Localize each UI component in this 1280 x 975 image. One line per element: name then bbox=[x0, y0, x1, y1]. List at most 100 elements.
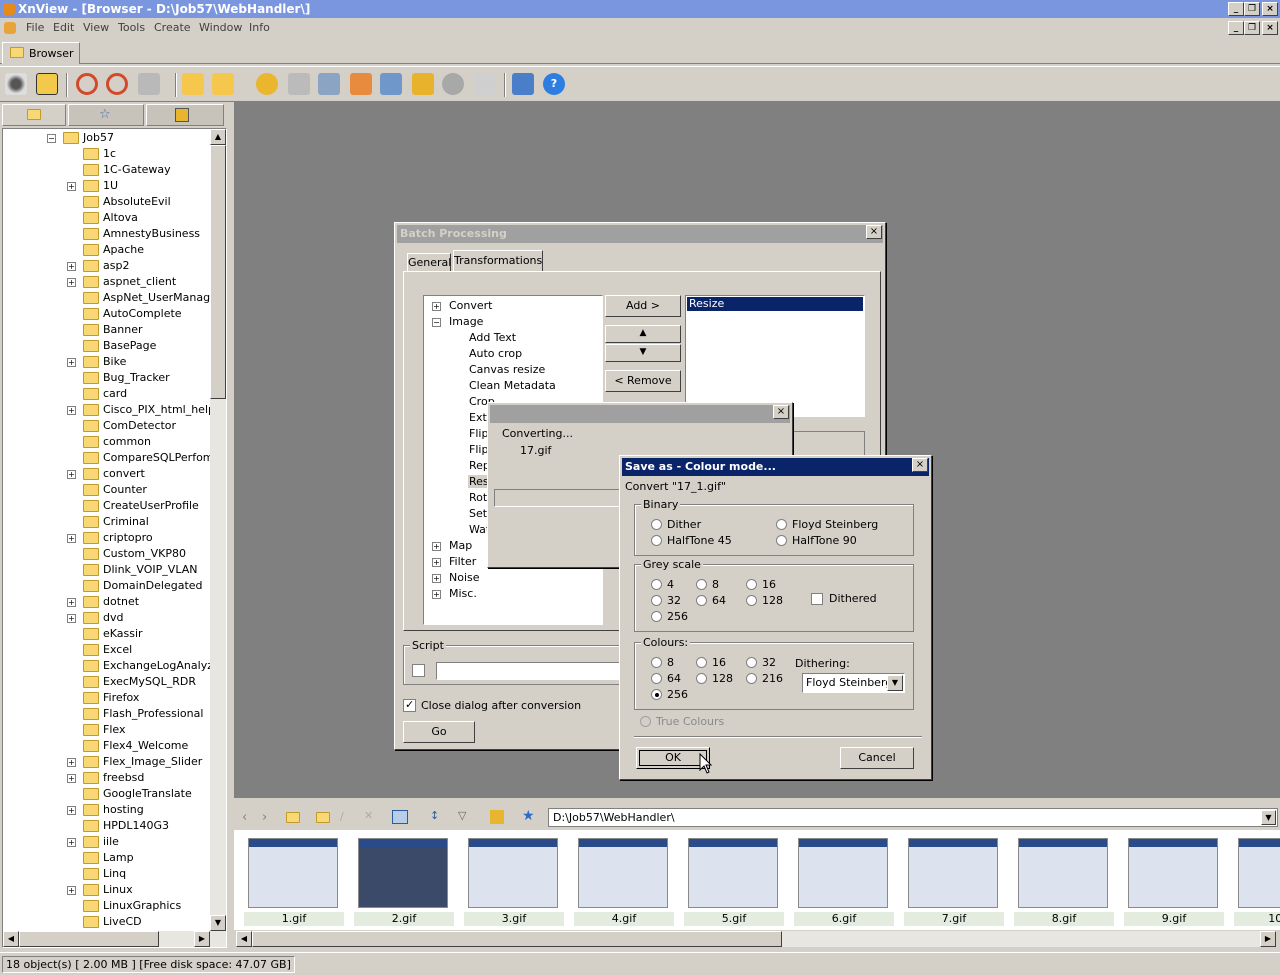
expand-icon[interactable]: + bbox=[67, 758, 76, 767]
radio-floyd-steinberg[interactable] bbox=[776, 519, 787, 530]
expand-icon[interactable]: + bbox=[67, 838, 76, 847]
move-down-button[interactable]: ▼ bbox=[605, 344, 681, 362]
tree-item[interactable]: Apache bbox=[3, 242, 208, 258]
scroll-up-button[interactable]: ▲ bbox=[210, 129, 226, 145]
tree-item[interactable]: Counter bbox=[3, 482, 208, 498]
expand-icon[interactable]: + bbox=[67, 358, 76, 367]
radio-grey-32[interactable] bbox=[651, 595, 662, 606]
tree-item[interactable]: Banner bbox=[3, 322, 208, 338]
radio-grey-256[interactable] bbox=[651, 611, 662, 622]
expand-icon[interactable]: + bbox=[67, 614, 76, 623]
tree-item[interactable]: ComDetector bbox=[3, 418, 208, 434]
script-checkbox[interactable] bbox=[412, 664, 425, 677]
radio-grey-8[interactable] bbox=[696, 579, 707, 590]
expand-icon[interactable]: + bbox=[67, 406, 76, 415]
tree-item[interactable]: +1U bbox=[3, 178, 208, 194]
thumbnail-item[interactable]: 1.gif bbox=[244, 838, 344, 928]
tree-item[interactable]: CreateUserProfile bbox=[3, 498, 208, 514]
tree-item[interactable]: 1C-Gateway bbox=[3, 162, 208, 178]
thumbnail-item[interactable]: 9.gif bbox=[1124, 838, 1224, 928]
expand-icon[interactable]: + bbox=[67, 598, 76, 607]
view-mode-icon[interactable] bbox=[392, 810, 408, 824]
thumbs-hscrollbar[interactable]: ◀ ▶ bbox=[236, 931, 1276, 947]
delete-icon[interactable]: ✕ bbox=[364, 809, 373, 822]
move-folder-icon[interactable] bbox=[212, 73, 234, 95]
tree-item[interactable]: eKassir bbox=[3, 626, 208, 642]
menu-edit[interactable]: Edit bbox=[53, 21, 74, 34]
tree-item[interactable]: Criminal bbox=[3, 514, 208, 530]
hand-icon[interactable] bbox=[138, 73, 160, 95]
tree-item[interactable]: Bug_Tracker bbox=[3, 370, 208, 386]
expand-icon[interactable]: + bbox=[67, 774, 76, 783]
tree-item[interactable]: GoogleTranslate bbox=[3, 786, 208, 802]
radio-colours-16[interactable] bbox=[696, 657, 707, 668]
child-close-button[interactable]: × bbox=[1262, 21, 1278, 35]
scroll-right-button[interactable]: ▶ bbox=[194, 931, 210, 947]
radio-dither[interactable] bbox=[651, 519, 662, 530]
tree-item[interactable]: CompareSQLPerfomar bbox=[3, 450, 225, 466]
radio-colours-256[interactable] bbox=[651, 689, 662, 700]
scroll-down-button[interactable]: ▼ bbox=[210, 915, 226, 931]
menu-view[interactable]: View bbox=[83, 21, 109, 34]
path-dropdown-icon[interactable]: ▼ bbox=[1261, 810, 1276, 825]
thumbs-scroll-left[interactable]: ◀ bbox=[236, 931, 252, 947]
tree-item[interactable]: + hosting bbox=[3, 802, 208, 818]
batch-close-button[interactable]: × bbox=[866, 225, 882, 239]
thumbnail-item[interactable]: 7.gif bbox=[904, 838, 1004, 928]
batch-gear-icon[interactable] bbox=[256, 73, 278, 95]
child-restore-button[interactable]: ❐ bbox=[1244, 21, 1260, 35]
radio-grey-16[interactable] bbox=[746, 579, 757, 590]
tree-root-item[interactable]: − Job57 bbox=[3, 130, 208, 146]
thumbnail-item[interactable]: 10.gif bbox=[1234, 838, 1280, 928]
path-field[interactable]: D:\Job57\WebHandler\ ▼ bbox=[548, 808, 1278, 827]
tree-item[interactable]: + Cisco_PIX_html_help bbox=[3, 402, 215, 418]
tree-item[interactable]: Lamp bbox=[3, 850, 208, 866]
tree-item[interactable]: card bbox=[3, 386, 208, 402]
tree-item[interactable]: + criptopro bbox=[3, 530, 208, 546]
tab-categories[interactable] bbox=[146, 104, 224, 126]
expand-icon[interactable]: + bbox=[67, 278, 76, 287]
tree-item[interactable]: + asp2 bbox=[3, 258, 208, 274]
tab-general[interactable]: General bbox=[407, 253, 451, 272]
rotate-left-icon[interactable] bbox=[76, 73, 98, 95]
menu-window[interactable]: Window bbox=[199, 21, 242, 34]
list-item-resize[interactable]: Resize bbox=[687, 297, 863, 311]
tree-item[interactable]: + dotnet bbox=[3, 594, 208, 610]
slideshow-icon[interactable] bbox=[412, 73, 434, 95]
collapse-icon[interactable]: − bbox=[432, 318, 441, 327]
scanner-icon[interactable] bbox=[318, 73, 340, 95]
tree-item[interactable]: Flash_Professional bbox=[3, 706, 208, 722]
thumbnail-item[interactable]: 6.gif bbox=[794, 838, 894, 928]
radio-grey-64[interactable] bbox=[696, 595, 707, 606]
tab-favorites[interactable]: ☆ bbox=[68, 104, 144, 126]
browser-view-icon[interactable] bbox=[36, 73, 58, 95]
menu-tools[interactable]: Tools bbox=[118, 21, 145, 34]
move-up-button[interactable]: ▲ bbox=[605, 325, 681, 343]
radio-colours-8[interactable] bbox=[651, 657, 662, 668]
print-icon[interactable] bbox=[288, 73, 310, 95]
tree-item[interactable]: + dvd bbox=[3, 610, 208, 626]
tree-hscroll-thumb[interactable] bbox=[19, 931, 159, 947]
thumbnail-item[interactable]: 4.gif bbox=[574, 838, 674, 928]
expand-icon[interactable]: + bbox=[432, 590, 441, 599]
menu-info[interactable]: Info bbox=[249, 21, 270, 34]
rename-icon[interactable]: / bbox=[340, 810, 344, 823]
expand-icon[interactable]: + bbox=[67, 886, 76, 895]
menu-create[interactable]: Create bbox=[154, 21, 191, 34]
tree-item[interactable]: AspNet_UserManager bbox=[3, 290, 221, 306]
tree-item[interactable]: + aspnet_client bbox=[3, 274, 208, 290]
checked-folder-icon[interactable] bbox=[182, 73, 204, 95]
tree-vscrollbar[interactable]: ▲ ▼ bbox=[210, 129, 226, 933]
radio-colours-64[interactable] bbox=[651, 673, 662, 684]
script-field[interactable] bbox=[436, 662, 626, 680]
eye-icon[interactable] bbox=[5, 73, 27, 95]
tab-transformations[interactable]: Transformations bbox=[453, 250, 543, 272]
filter-icon[interactable]: ▽ bbox=[458, 809, 466, 822]
scroll-left-button[interactable]: ◀ bbox=[3, 931, 19, 947]
cancel-button[interactable]: Cancel bbox=[840, 747, 914, 769]
tree-item[interactable]: ExecMySQL_RDR bbox=[3, 674, 208, 690]
tree-item[interactable]: 1c bbox=[3, 146, 208, 162]
go-button[interactable]: Go bbox=[403, 721, 475, 743]
radio-halftone-45[interactable] bbox=[651, 535, 662, 546]
tree-item[interactable]: AbsoluteEvil bbox=[3, 194, 208, 210]
